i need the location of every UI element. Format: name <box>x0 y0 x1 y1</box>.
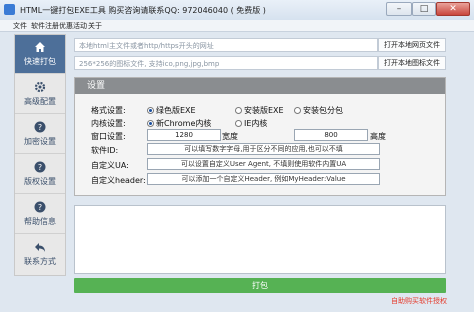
help-circle-icon: ? <box>34 121 46 133</box>
radio-dot <box>235 107 242 114</box>
open-local-webpage-button[interactable]: 打开本地网页文件 <box>378 38 446 52</box>
user-agent-input[interactable]: 可以设置自定义User Agent, 不填则使用软件内置UA <box>147 158 380 170</box>
log-output[interactable] <box>74 205 446 274</box>
menu-promotions[interactable]: 优惠活动 <box>59 21 87 31</box>
sidebar-item-label: 帮助信息 <box>24 217 56 226</box>
maximize-button[interactable]: □ <box>412 2 436 16</box>
svg-text:?: ? <box>38 163 42 172</box>
help-circle-icon: ? <box>34 201 46 213</box>
menu-register[interactable]: 软件注册 <box>31 21 59 31</box>
format-installer-exe-radio[interactable]: 安装版EXE <box>235 105 284 116</box>
radio-dot <box>147 120 154 127</box>
format-green-exe-radio[interactable]: 绿色版EXE <box>147 105 196 116</box>
sidebar-item-quick-pack[interactable]: 快速打包 <box>15 35 65 74</box>
sidebar-item-advanced[interactable]: 高级配置 <box>15 75 65 114</box>
width-suffix: 宽度 <box>222 132 238 141</box>
radio-label: IE内核 <box>244 119 268 128</box>
url-input[interactable]: 本地html主文件或者http/https开头的网址 <box>74 38 378 52</box>
icon-input[interactable]: 256*256的图标文件, 支持ico,png,jpg,bmp <box>74 56 378 70</box>
user-agent-label: 自定义UA: <box>91 161 129 170</box>
window-height-input[interactable]: 800 <box>294 129 368 141</box>
settings-panel: 设置 格式设置: 绿色版EXE 安装版EXE 安装包分包 内核设置: 新Chro… <box>74 77 446 196</box>
radio-label: 新Chrome内核 <box>156 119 212 128</box>
svg-text:?: ? <box>38 203 42 212</box>
home-icon <box>35 42 45 52</box>
back-arrow-icon <box>35 243 45 252</box>
kernel-ie-radio[interactable]: IE内核 <box>235 118 267 129</box>
url-input-placeholder: 本地html主文件或者http/https开头的网址 <box>79 42 214 50</box>
radio-dot <box>294 107 301 114</box>
menu-file[interactable]: 文件 <box>13 21 27 31</box>
sidebar-item-copyright[interactable]: ? 版权设置 <box>15 155 65 194</box>
radio-dot <box>235 120 242 127</box>
sidebar-item-encryption[interactable]: ? 加密设置 <box>15 115 65 154</box>
close-button[interactable]: ✕ <box>436 2 470 16</box>
kernel-chrome-radio[interactable]: 新Chrome内核 <box>147 118 211 129</box>
software-id-input[interactable]: 可以填写数字字母,用于区分不同的应用,也可以不填 <box>147 143 380 155</box>
window-size-label: 窗口设置: <box>91 132 126 141</box>
menu-bar: 文件 软件注册 优惠活动 关于 <box>0 20 474 32</box>
help-circle-icon: ? <box>34 161 46 173</box>
format-split-package-radio[interactable]: 安装包分包 <box>294 105 343 116</box>
svg-text:?: ? <box>38 123 42 132</box>
settings-header: 设置 <box>75 78 445 94</box>
software-id-label: 软件ID: <box>91 146 119 155</box>
kernel-label: 内核设置: <box>91 119 126 128</box>
sidebar: 快速打包 高级配置 ? 加密设置 ? 版权设置 ? 帮助信息 联系方式 <box>14 34 66 276</box>
custom-header-input[interactable]: 可以添加一个自定义Header, 例如MyHeader:Value <box>147 173 380 185</box>
format-label: 格式设置: <box>91 106 126 115</box>
icon-input-placeholder: 256*256的图标文件, 支持ico,png,jpg,bmp <box>79 60 220 68</box>
pack-button[interactable]: 打包 <box>74 278 446 293</box>
radio-dot <box>147 107 154 114</box>
title-bar: HTML一键打包EXE工具 购买咨询请联系QQ: 972046040 ( 免费版… <box>0 0 474 21</box>
sidebar-item-label: 快速打包 <box>24 57 56 66</box>
radio-label: 安装版EXE <box>244 106 284 115</box>
buy-license-link[interactable]: 自助购买软件授权 <box>391 296 447 306</box>
sidebar-item-label: 联系方式 <box>24 257 56 266</box>
window-width-input[interactable]: 1280 <box>147 129 221 141</box>
app-icon <box>4 4 15 15</box>
sidebar-item-label: 加密设置 <box>24 137 56 146</box>
height-suffix: 高度 <box>370 132 386 141</box>
menu-about[interactable]: 关于 <box>88 21 102 31</box>
open-local-icon-button[interactable]: 打开本地图标文件 <box>378 56 446 70</box>
radio-label: 安装包分包 <box>303 106 343 115</box>
sidebar-item-contact[interactable]: 联系方式 <box>15 235 65 274</box>
minimize-button[interactable]: – <box>386 2 412 16</box>
radio-label: 绿色版EXE <box>156 106 196 115</box>
sidebar-item-help[interactable]: ? 帮助信息 <box>15 195 65 234</box>
sidebar-item-label: 版权设置 <box>24 177 56 186</box>
sidebar-item-label: 高级配置 <box>24 97 56 106</box>
window-title: HTML一键打包EXE工具 购买咨询请联系QQ: 972046040 ( 免费版… <box>20 6 266 15</box>
custom-header-label: 自定义header: <box>91 176 146 185</box>
gear-icon <box>34 81 46 93</box>
